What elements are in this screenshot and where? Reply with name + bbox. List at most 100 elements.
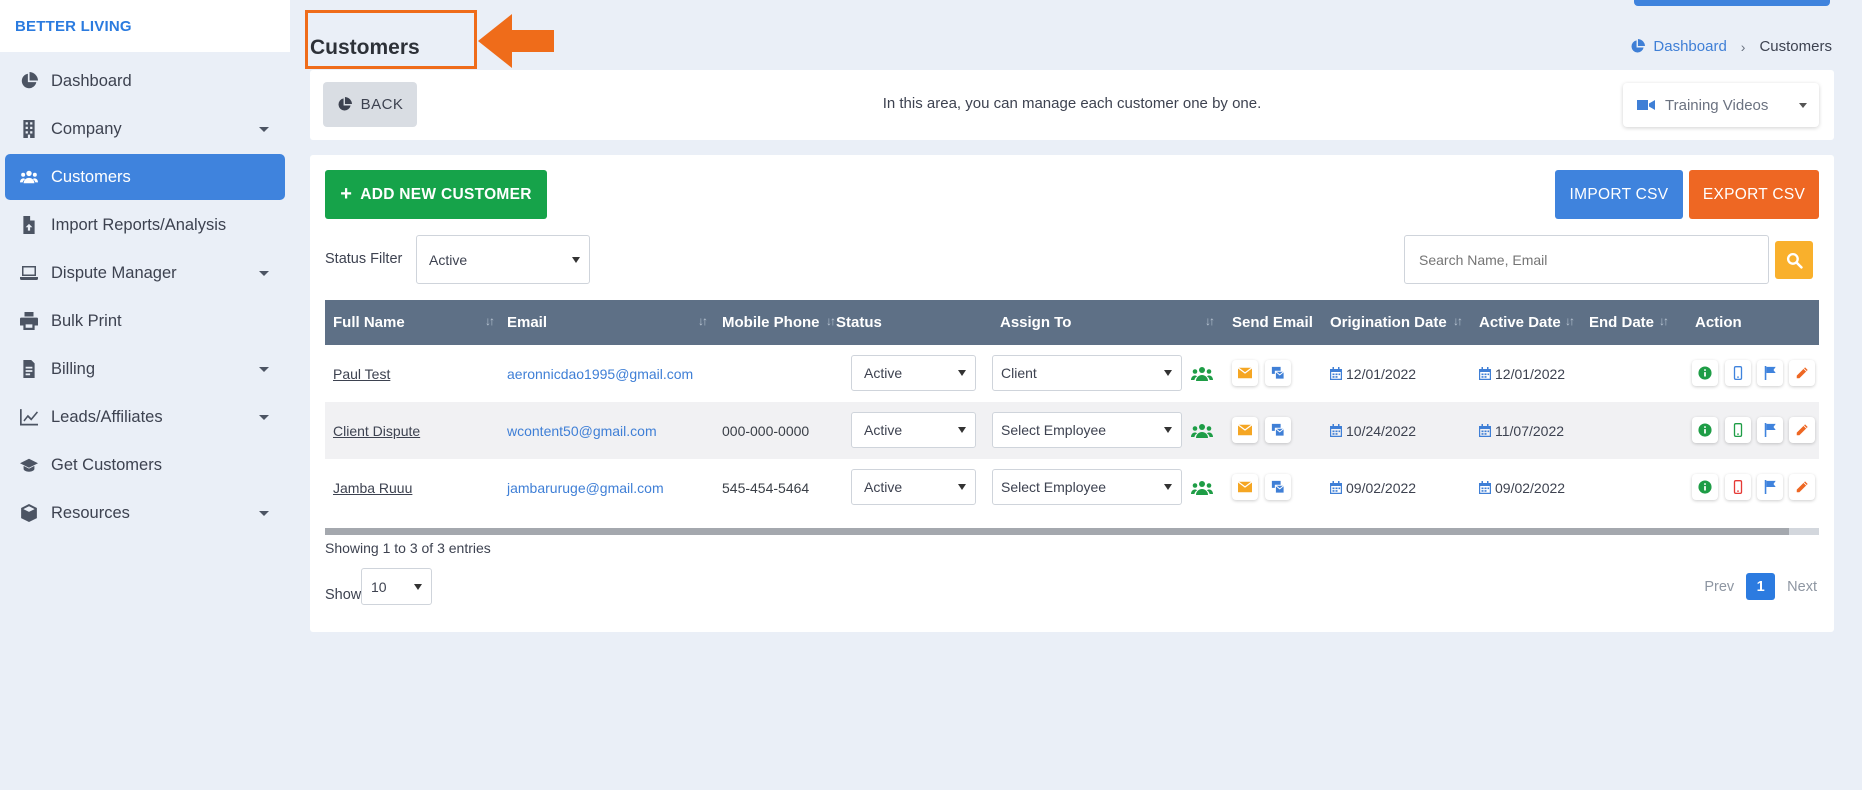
column-header-active-date[interactable]: Active Date xyxy=(1471,300,1561,345)
sidebar-item-label: Leads/Affiliates xyxy=(51,407,163,426)
group-users-icon[interactable] xyxy=(1191,459,1213,516)
column-header-full-name[interactable]: Full Name xyxy=(325,300,405,345)
sort-icon[interactable]: ↓↑ xyxy=(1205,314,1215,328)
page-1-button[interactable]: 1 xyxy=(1746,573,1776,600)
users-icon xyxy=(19,167,39,187)
sort-icon[interactable]: ↓↑ xyxy=(1453,314,1463,328)
customer-email-link[interactable]: jambaruruge@gmail.com xyxy=(507,480,664,496)
export-csv-button[interactable]: EXPORT CSV xyxy=(1689,170,1819,219)
customer-name-link[interactable]: Jamba Ruuu xyxy=(333,480,412,496)
sidebar-item-dispute-manager[interactable]: Dispute Manager xyxy=(5,250,285,296)
flag-button[interactable] xyxy=(1757,474,1783,500)
status-select[interactable]: Active xyxy=(851,355,976,391)
customer-email-link[interactable]: wcontent50@gmail.com xyxy=(507,423,657,439)
mobile-button[interactable] xyxy=(1725,474,1751,500)
search-input[interactable] xyxy=(1405,236,1705,283)
email-template-button[interactable] xyxy=(1265,474,1291,500)
table-header: Full Name ↓↑ Email ↓↑ Mobile Phone ↓↑ St… xyxy=(325,300,1819,345)
send-email-button[interactable] xyxy=(1232,417,1258,443)
page-size-select[interactable]: 10 xyxy=(361,568,432,605)
info-button[interactable] xyxy=(1692,474,1718,500)
flag-icon xyxy=(1764,366,1776,380)
group-users-icon[interactable] xyxy=(1191,402,1213,459)
add-new-customer-button[interactable]: + ADD NEW CUSTOMER xyxy=(325,170,547,219)
horizontal-scrollbar[interactable] xyxy=(325,528,1819,535)
sidebar-item-billing[interactable]: Billing xyxy=(5,346,285,392)
customer-email-link[interactable]: aeronnicdao1995@gmail.com xyxy=(507,366,693,382)
origination-date-value: 12/01/2022 xyxy=(1346,365,1417,382)
calendar-icon xyxy=(1330,481,1342,494)
sidebar-item-label: Dashboard xyxy=(51,71,132,90)
import-csv-button[interactable]: IMPORT CSV xyxy=(1555,170,1683,219)
assign-to-select[interactable]: Select Employee xyxy=(992,412,1182,448)
prev-page-button[interactable]: Prev xyxy=(1704,579,1734,595)
caret-down-icon xyxy=(1164,370,1172,376)
sort-icon[interactable]: ↓↑ xyxy=(1565,314,1575,328)
flag-button[interactable] xyxy=(1757,417,1783,443)
column-header-origination-date[interactable]: Origination Date xyxy=(1322,300,1447,345)
next-page-button[interactable]: Next xyxy=(1787,579,1817,595)
sidebar-item-resources[interactable]: Resources xyxy=(5,490,285,536)
sidebar-item-leads-affiliates[interactable]: Leads/Affiliates xyxy=(5,394,285,440)
group-users-icon[interactable] xyxy=(1191,345,1213,402)
edit-button[interactable] xyxy=(1789,417,1815,443)
send-email-button[interactable] xyxy=(1232,474,1258,500)
email-template-button[interactable] xyxy=(1265,417,1291,443)
sidebar-item-get-customers[interactable]: Get Customers xyxy=(5,442,285,488)
sort-icon[interactable]: ↓↑ xyxy=(698,314,708,328)
edit-button[interactable] xyxy=(1789,474,1815,500)
column-header-label: Origination Date xyxy=(1330,314,1447,331)
mail-bulk-icon xyxy=(1271,423,1285,437)
mobile-phone-icon xyxy=(1733,366,1743,380)
info-icon xyxy=(1698,366,1712,380)
customer-name-link[interactable]: Client Dispute xyxy=(333,423,420,439)
assign-to-select[interactable]: Client xyxy=(992,355,1182,391)
customer-phone: 545-454-5464 xyxy=(722,479,810,496)
info-button[interactable] xyxy=(1692,360,1718,386)
sidebar-item-import-reports[interactable]: Import Reports/Analysis xyxy=(5,202,285,248)
pencil-icon xyxy=(1796,367,1808,379)
calendar-icon xyxy=(1330,424,1342,437)
search-button[interactable] xyxy=(1775,241,1813,279)
sidebar-item-company[interactable]: Company xyxy=(5,106,285,152)
sort-icon[interactable]: ↓↑ xyxy=(1659,314,1669,328)
chevron-right-icon: › xyxy=(1740,38,1746,55)
breadcrumb-dashboard-link[interactable]: Dashboard xyxy=(1653,38,1726,55)
column-header-email[interactable]: Email xyxy=(499,300,547,345)
training-videos-dropdown[interactable]: Training Videos xyxy=(1623,83,1819,127)
sidebar-item-label: Company xyxy=(51,119,122,138)
sidebar-item-customers[interactable]: Customers xyxy=(5,154,285,200)
column-header-mobile-phone[interactable]: Mobile Phone xyxy=(714,300,820,345)
info-button[interactable] xyxy=(1692,417,1718,443)
sidebar-item-label: Get Customers xyxy=(51,455,162,474)
scrollbar-thumb[interactable] xyxy=(325,528,1789,535)
mobile-button[interactable] xyxy=(1725,417,1751,443)
customer-phone: 000-000-0000 xyxy=(722,422,810,439)
sidebar-item-dashboard[interactable]: Dashboard xyxy=(5,58,285,104)
column-header-action: Action xyxy=(1687,300,1742,345)
assign-to-select[interactable]: Select Employee xyxy=(992,469,1182,505)
status-select[interactable]: Active xyxy=(851,469,976,505)
column-header-assign-to[interactable]: Assign To xyxy=(992,300,1071,345)
laptop-icon xyxy=(19,263,39,283)
mobile-button[interactable] xyxy=(1725,360,1751,386)
column-header-end-date[interactable]: End Date xyxy=(1581,300,1654,345)
origination-date: 10/24/2022 xyxy=(1330,402,1416,459)
status-select[interactable]: Active xyxy=(851,412,976,448)
status-filter-select[interactable]: Active xyxy=(416,235,590,284)
top-right-button[interactable] xyxy=(1634,0,1830,6)
email-template-button[interactable] xyxy=(1265,360,1291,386)
brand-logo[interactable]: BETTER LIVING xyxy=(0,0,290,52)
customer-name-link[interactable]: Paul Test xyxy=(333,366,390,382)
sidebar-item-bulk-print[interactable]: Bulk Print xyxy=(5,298,285,344)
video-camera-icon xyxy=(1637,100,1655,110)
chevron-down-icon xyxy=(259,127,269,132)
envelope-icon xyxy=(1238,367,1252,379)
status-value: Active xyxy=(864,365,903,381)
send-email-button[interactable] xyxy=(1232,360,1258,386)
edit-button[interactable] xyxy=(1789,360,1815,386)
flag-button[interactable] xyxy=(1757,360,1783,386)
invoice-icon xyxy=(19,359,39,379)
table-row: Jamba Ruuu jambaruruge@gmail.com 545-454… xyxy=(325,459,1819,516)
sort-icon[interactable]: ↓↑ xyxy=(485,314,495,328)
